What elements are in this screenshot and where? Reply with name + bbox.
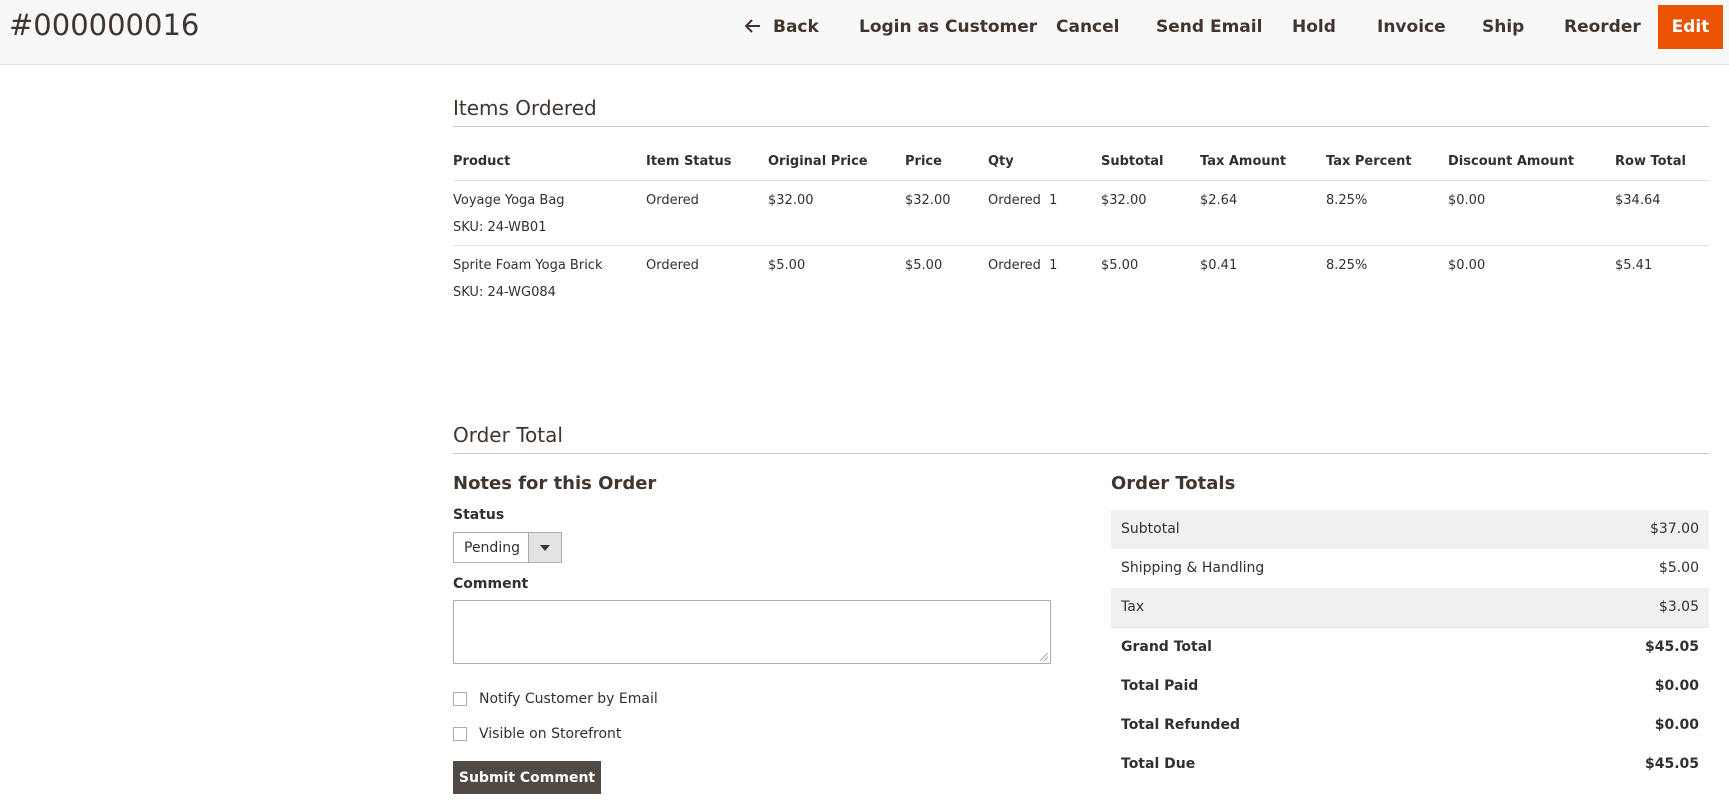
column-header: Product bbox=[453, 154, 511, 169]
totals-label: Tax bbox=[1121, 599, 1145, 615]
arrow-left-icon bbox=[745, 19, 760, 33]
totals-value: $0.00 bbox=[1654, 717, 1699, 733]
totals-row: Tax $3.05 bbox=[1111, 588, 1709, 627]
totals-value: $0.00 bbox=[1654, 678, 1699, 694]
totals-value: $5.00 bbox=[1658, 560, 1699, 576]
login-as-customer-button[interactable]: Login as Customer bbox=[859, 0, 1037, 64]
back-button[interactable]: Back bbox=[745, 0, 819, 64]
resize-handle-icon[interactable] bbox=[1040, 653, 1048, 661]
back-label: Back bbox=[773, 17, 819, 37]
totals-value: $45.05 bbox=[1644, 639, 1699, 655]
totals-row: Subtotal $37.00 bbox=[1111, 510, 1709, 549]
qty: Ordered 1 bbox=[988, 193, 1058, 208]
ship-button[interactable]: Ship bbox=[1482, 0, 1524, 64]
column-header: Item Status bbox=[646, 154, 732, 169]
notify-customer-checkbox[interactable] bbox=[453, 692, 467, 706]
original-price: $5.00 bbox=[768, 258, 806, 273]
column-header: Row Total bbox=[1615, 154, 1686, 169]
column-header: Tax Percent bbox=[1326, 154, 1412, 169]
totals-value: $45.05 bbox=[1644, 756, 1699, 772]
status-select[interactable]: Pending bbox=[453, 532, 562, 563]
total-refunded-row: Total Refunded $0.00 bbox=[1111, 706, 1709, 745]
totals-label: Shipping & Handling bbox=[1121, 560, 1265, 576]
subtotal: $5.00 bbox=[1101, 258, 1139, 273]
column-header: Subtotal bbox=[1101, 154, 1164, 169]
row-total: $5.41 bbox=[1615, 258, 1653, 273]
total-due-row: Total Due $45.05 bbox=[1111, 745, 1709, 784]
order-total-title: Order Total bbox=[453, 423, 563, 447]
price: $5.00 bbox=[905, 258, 943, 273]
grand-total-row: Grand Total $45.05 bbox=[1111, 628, 1709, 667]
section-divider bbox=[453, 126, 1709, 127]
invoice-button[interactable]: Invoice bbox=[1377, 0, 1446, 64]
tax-percent: 8.25% bbox=[1326, 193, 1368, 208]
status-label: Status bbox=[453, 507, 505, 523]
tax-percent: 8.25% bbox=[1326, 258, 1368, 273]
column-header: Price bbox=[905, 154, 942, 169]
totals-label: Total Due bbox=[1121, 756, 1196, 772]
status-select-toggle[interactable] bbox=[528, 533, 561, 562]
comment-label: Comment bbox=[453, 576, 529, 592]
notify-customer-label[interactable]: Notify Customer by Email bbox=[479, 691, 658, 707]
product-name: Voyage Yoga Bag bbox=[453, 193, 565, 208]
order-totals-title: Order Totals bbox=[1111, 473, 1236, 494]
price: $32.00 bbox=[905, 193, 951, 208]
cancel-button[interactable]: Cancel bbox=[1056, 0, 1119, 64]
page-header: #000000016 Back Login as Customer Cancel… bbox=[0, 0, 1729, 65]
totals-value: $37.00 bbox=[1650, 521, 1699, 537]
totals-row: Shipping & Handling $5.00 bbox=[1111, 549, 1709, 588]
original-price: $32.00 bbox=[768, 193, 814, 208]
chevron-down-icon bbox=[540, 545, 550, 551]
item-status: Ordered bbox=[646, 258, 699, 273]
totals-label: Total Paid bbox=[1121, 678, 1199, 694]
product-sku: SKU: 24-WB01 bbox=[453, 220, 547, 235]
row-total: $34.64 bbox=[1615, 193, 1661, 208]
page-title: #000000016 bbox=[9, 8, 200, 42]
row-divider bbox=[453, 245, 1709, 246]
subtotal: $32.00 bbox=[1101, 193, 1147, 208]
reorder-button[interactable]: Reorder bbox=[1564, 0, 1641, 64]
items-ordered-title: Items Ordered bbox=[453, 96, 597, 120]
tax-amount: $0.41 bbox=[1200, 258, 1238, 273]
totals-label: Total Refunded bbox=[1121, 717, 1240, 733]
discount-amount: $0.00 bbox=[1448, 258, 1486, 273]
totals-label: Subtotal bbox=[1121, 521, 1180, 537]
edit-button[interactable]: Edit bbox=[1658, 5, 1723, 49]
visible-on-storefront-checkbox[interactable] bbox=[453, 727, 467, 741]
item-status: Ordered bbox=[646, 193, 699, 208]
comment-textarea[interactable] bbox=[453, 600, 1051, 664]
discount-amount: $0.00 bbox=[1448, 193, 1486, 208]
hold-button[interactable]: Hold bbox=[1292, 0, 1336, 64]
product-name: Sprite Foam Yoga Brick bbox=[453, 258, 603, 273]
table-header-divider bbox=[453, 180, 1709, 181]
notes-title: Notes for this Order bbox=[453, 473, 657, 494]
submit-comment-button[interactable]: Submit Comment bbox=[453, 761, 601, 794]
column-header: Tax Amount bbox=[1200, 154, 1287, 169]
product-sku: SKU: 24-WG084 bbox=[453, 285, 556, 300]
status-select-value: Pending bbox=[464, 540, 520, 556]
total-paid-row: Total Paid $0.00 bbox=[1111, 667, 1709, 706]
totals-label: Grand Total bbox=[1121, 639, 1212, 655]
column-header: Discount Amount bbox=[1448, 154, 1575, 169]
column-header: Original Price bbox=[768, 154, 868, 169]
qty: Ordered 1 bbox=[988, 258, 1058, 273]
section-divider bbox=[453, 453, 1709, 454]
visible-on-storefront-label[interactable]: Visible on Storefront bbox=[479, 726, 621, 742]
totals-value: $3.05 bbox=[1658, 599, 1699, 615]
tax-amount: $2.64 bbox=[1200, 193, 1238, 208]
column-header: Qty bbox=[988, 154, 1014, 169]
send-email-button[interactable]: Send Email bbox=[1156, 0, 1262, 64]
